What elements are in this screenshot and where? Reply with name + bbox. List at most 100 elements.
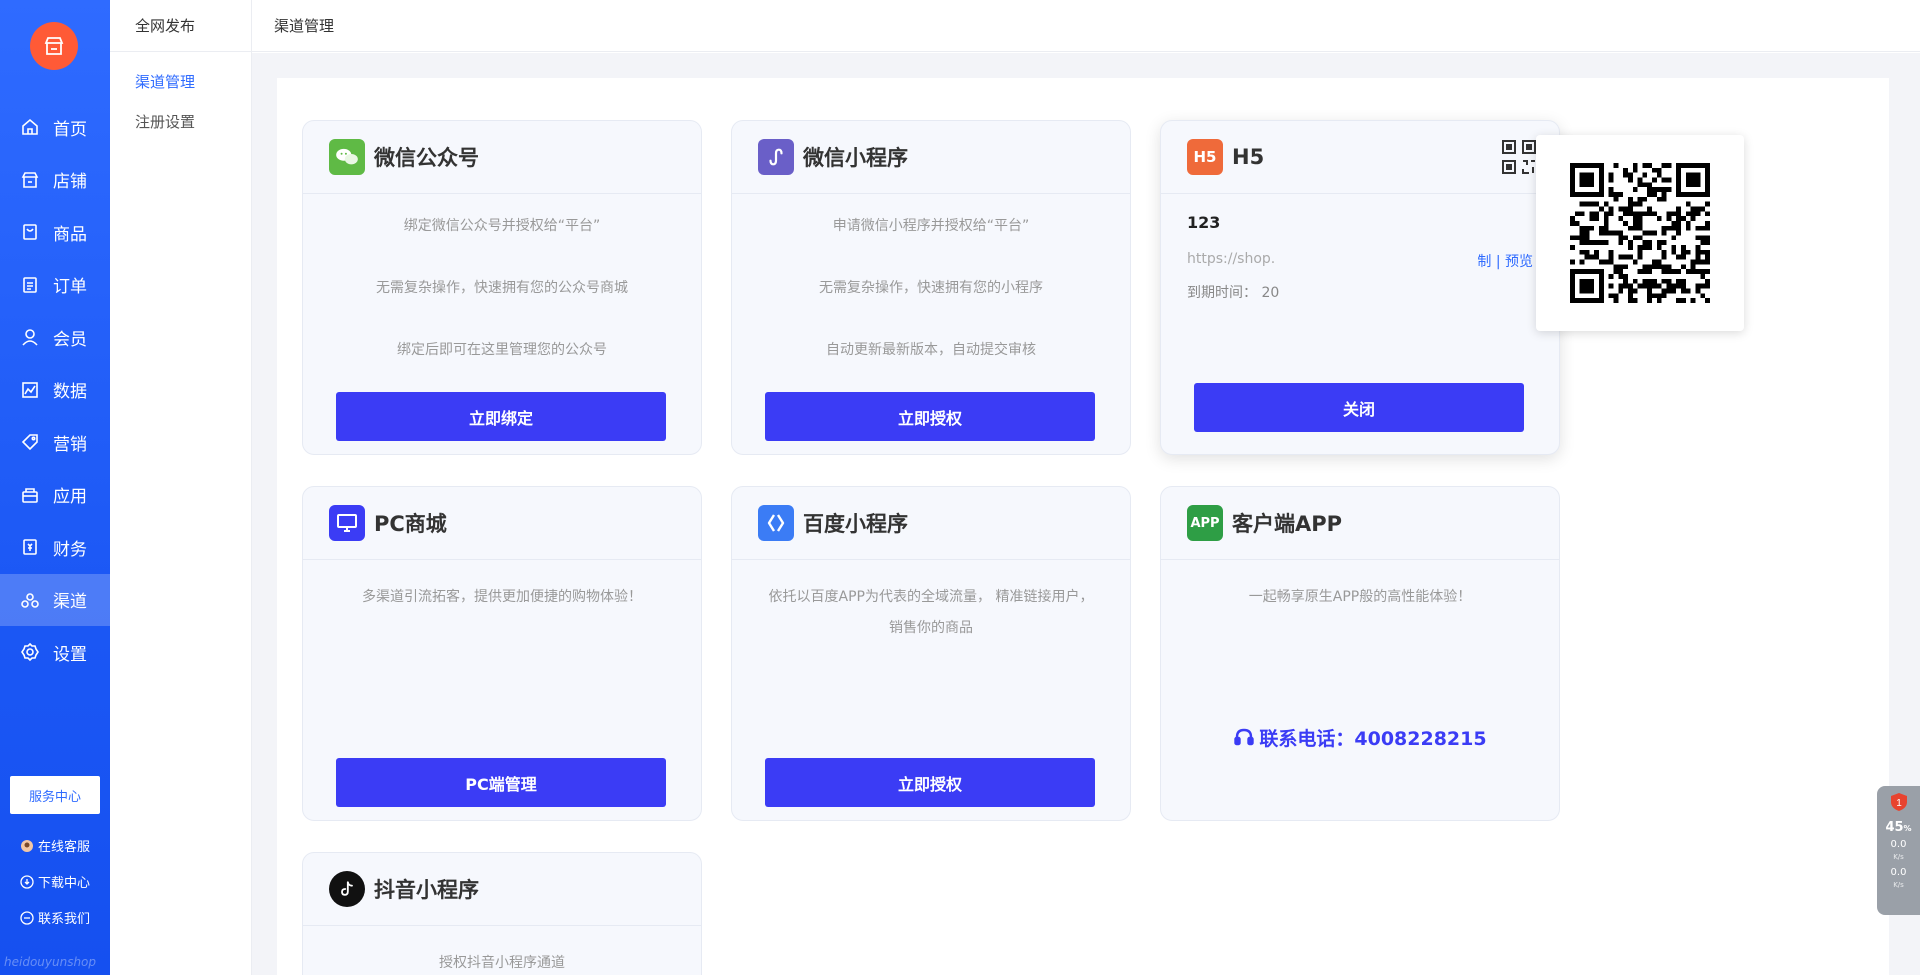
sub-menu: 全网发布 渠道管理 注册设置: [110, 0, 252, 975]
download-icon: [20, 874, 34, 889]
nav-item-data[interactable]: 数据: [0, 364, 110, 417]
card-line: 无需复杂操作，快速拥有您的小程序: [819, 280, 1043, 296]
avatar-icon: [20, 839, 34, 853]
nav-item-store[interactable]: 店铺: [0, 154, 110, 207]
network-speed-widget[interactable]: 1 45% 0.0 K/s 0.0 K/s: [1877, 786, 1920, 915]
goods-icon: [20, 222, 40, 242]
nav-item-marketing[interactable]: 营销: [0, 416, 110, 469]
wechat-icon: [329, 139, 365, 175]
shield-badge-count: 1: [1896, 798, 1902, 809]
qrcode-toggle-icon[interactable]: [1501, 139, 1537, 175]
nav-item-orders[interactable]: 订单: [0, 259, 110, 312]
client-app-card: APP 客户端APP 一起畅享原生APP般的高性能体验！ 联系电话：400822…: [1160, 486, 1560, 821]
nav-label: 应用: [53, 487, 87, 508]
h5-card: H5 H5 123 https://shop. 制 | 预览 到期时间： 20 …: [1160, 120, 1560, 455]
contact-us-label: 联系我们: [38, 912, 91, 927]
order-icon: [20, 275, 40, 295]
memory-percent: 45%: [1877, 820, 1920, 835]
contact-phone-text: 联系电话：4008228215: [1259, 728, 1487, 750]
card-header: 抖音小程序: [303, 853, 701, 926]
baidu-icon: [758, 505, 794, 541]
nav-item-members[interactable]: 会员: [0, 311, 110, 364]
mini-program-icon: [758, 139, 794, 175]
card-header: 微信小程序: [732, 121, 1130, 194]
card-title: 微信公众号: [374, 146, 479, 170]
main-content: 微信公众号 绑定微信公众号并授权给“平台” 无需复杂操作，快速拥有您的公众号商城…: [252, 53, 1920, 975]
contact-phone[interactable]: 联系电话：4008228215: [1161, 724, 1559, 751]
app-root: 首页 店铺 商品 订单 会员 数据 营销 应用 财务 渠道 设置 服务中心 在线…: [0, 0, 1920, 975]
upload-speed-value: 0.0: [1890, 839, 1907, 850]
nav-label: 营销: [53, 434, 87, 455]
qrcode-popup: [1536, 135, 1744, 331]
speed-unit: K/s: [1893, 881, 1904, 889]
pc-management-button[interactable]: PC端管理: [336, 758, 666, 807]
settings-icon: [20, 642, 40, 662]
nav-item-goods[interactable]: 商品: [0, 206, 110, 259]
online-service-link[interactable]: 在线客服: [20, 836, 90, 855]
upload-speed: 0.0 K/s: [1877, 839, 1920, 863]
card-header: PC商城: [303, 487, 701, 560]
qrcode-image: [1570, 163, 1710, 303]
shield-icon: 1: [1890, 792, 1908, 812]
card-header: H5 H5: [1161, 121, 1559, 194]
nav-label: 财务: [53, 539, 87, 560]
member-icon: [20, 327, 40, 347]
card-line: 无需复杂操作，快速拥有您的公众号商城: [376, 280, 628, 296]
tiktok-icon: [329, 871, 365, 907]
nav-item-finance[interactable]: 财务: [0, 521, 110, 574]
speed-unit: K/s: [1893, 853, 1904, 861]
page-title: 渠道管理: [274, 17, 335, 35]
nav-item-settings[interactable]: 设置: [0, 626, 110, 679]
download-speed: 0.0 K/s: [1877, 867, 1920, 891]
channel-icon: [20, 590, 40, 610]
h5-copy-preview-links[interactable]: 制 | 预览: [1477, 251, 1533, 271]
download-center-label: 下载中心: [38, 876, 91, 891]
card-title: 客户端APP: [1232, 512, 1343, 536]
nav-item-home[interactable]: 首页: [0, 101, 110, 154]
authorize-now-button[interactable]: 立即授权: [765, 758, 1095, 807]
wechat-official-card: 微信公众号 绑定微信公众号并授权给“平台” 无需复杂操作，快速拥有您的公众号商城…: [302, 120, 702, 455]
close-button[interactable]: 关闭: [1194, 383, 1524, 432]
card-description: 申请微信小程序并授权给“平台” 无需复杂操作，快速拥有您的小程序 自动更新最新版…: [732, 194, 1130, 402]
finance-icon: [20, 537, 40, 557]
nav-item-apps[interactable]: 应用: [0, 469, 110, 522]
submenu-item-channel-management[interactable]: 渠道管理: [110, 62, 251, 102]
main-sidebar: 首页 店铺 商品 订单 会员 数据 营销 应用 财务 渠道 设置 服务中心 在线…: [0, 0, 110, 975]
bind-now-button[interactable]: 立即绑定: [336, 392, 666, 441]
store-icon: [20, 170, 40, 190]
card-title: 微信小程序: [803, 146, 908, 170]
card-title: 百度小程序: [803, 512, 908, 536]
home-icon: [20, 117, 40, 137]
card-header: 百度小程序: [732, 487, 1130, 560]
contact-us-link[interactable]: 联系我们: [20, 908, 90, 927]
app-icon: [20, 485, 40, 505]
nav-label: 会员: [53, 329, 87, 350]
download-center-link[interactable]: 下载中心: [20, 872, 90, 891]
douyin-mini-card: 抖音小程序 授权抖音小程序通道: [302, 852, 702, 975]
card-title: 抖音小程序: [374, 878, 479, 902]
main-nav: 首页 店铺 商品 订单 会员 数据 营销 应用 财务 渠道 设置: [0, 101, 110, 679]
breadcrumb: 渠道管理: [252, 0, 1920, 52]
nav-label: 设置: [53, 644, 87, 665]
memory-percent-unit: %: [1903, 824, 1912, 833]
submenu-title: 全网发布: [110, 0, 251, 52]
nav-label: 店铺: [53, 172, 87, 193]
service-center-button[interactable]: 服务中心: [10, 776, 100, 814]
monitor-icon: [329, 505, 365, 541]
authorize-now-button[interactable]: 立即授权: [765, 392, 1095, 441]
card-header: APP 客户端APP: [1161, 487, 1559, 560]
shop-logo[interactable]: [30, 22, 78, 70]
nav-label: 商品: [53, 224, 87, 245]
card-header: 微信公众号: [303, 121, 701, 194]
tag-icon: [20, 432, 40, 452]
card-line: 绑定微信公众号并授权给“平台”: [403, 218, 601, 234]
card-description: 多渠道引流拓客，提供更加便捷的购物体验！: [362, 589, 642, 605]
store-logo-icon: [44, 37, 64, 55]
h5-site-url[interactable]: https://shop.: [1187, 251, 1275, 267]
chart-icon: [20, 380, 40, 400]
chat-icon: [20, 910, 34, 925]
wechat-mini-card: 微信小程序 申请微信小程序并授权给“平台” 无需复杂操作，快速拥有您的小程序 自…: [731, 120, 1131, 455]
submenu-item-registration-settings[interactable]: 注册设置: [110, 102, 251, 142]
card-title: PC商城: [374, 512, 447, 536]
nav-item-channels[interactable]: 渠道: [0, 573, 110, 626]
